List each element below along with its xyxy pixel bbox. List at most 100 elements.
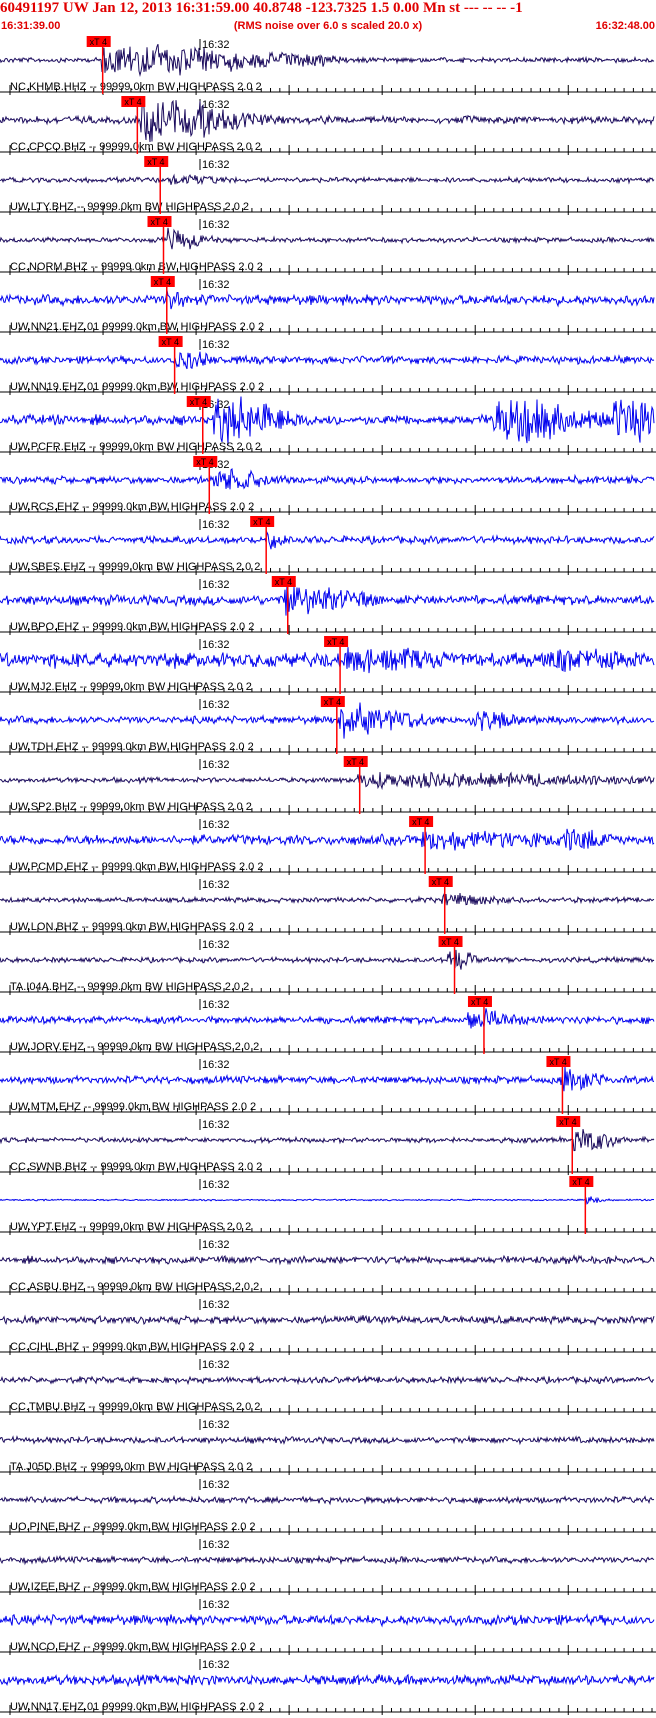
station-label: UW.NN19.EHZ.01 99999.0km BW HIGHPASS 2.0… [10, 381, 264, 393]
waveform [0, 1673, 655, 1688]
trace-row: 16:32 UO.PINE.BHZ -- 99999.0km BW HIGHPAS… [0, 1479, 656, 1535]
waveform [0, 892, 655, 906]
pick-label: xT 4 [147, 157, 164, 167]
station-label: UW.YPT.EHZ -- 99999.0km BW HIGHPASS 2.0 … [10, 1221, 251, 1233]
pick-label: xT 4 [327, 637, 344, 647]
station-label: TA.I04A.BHZ -- 99999.0km BW HIGHPASS 2.0… [10, 981, 249, 993]
trace-row: 16:32 UW.JORV.EHZ -- 99999.0km BW HIGHPAS… [0, 996, 656, 1055]
waveform [0, 1128, 655, 1152]
trace-row: 16:32 UW.TDH.EHZ -- 99999.0km BW HIGHPASS… [0, 696, 656, 755]
waveform [0, 828, 655, 851]
station-label: CC.CIHL.BHZ -- 99999.0km BW HIGHPASS 2.0… [10, 1341, 254, 1353]
waveform [0, 1494, 655, 1506]
trace-row: 16:32 CC.SWNB.BHZ -- 99999.0km BW HIGHPAS… [0, 1116, 656, 1175]
time-tick-label: 16:32 [202, 519, 230, 531]
trace-row: 16:32 UW.MTM.EHZ -- 99999.0km BW HIGHPASS… [0, 1056, 656, 1115]
waveform [0, 290, 655, 310]
station-label: UW.SP2.BHZ -- 99999.0km BW HIGHPASS 2.0 … [10, 801, 252, 813]
trace-row: 16:32 UW.NN17.EHZ.01 99999.0km BW HIGHPAS… [0, 1659, 656, 1715]
station-label: UW.MJ2.EHZ -- 99999.0km BW HIGHPASS 2.0 … [10, 681, 252, 693]
waveform [0, 1254, 655, 1266]
station-label: UW.PCMD.EHZ -- 99999.0km BW HIGHPASS 2.0… [10, 861, 263, 873]
pick-label: xT 4 [572, 1177, 589, 1187]
station-label: TA.J05D.BHZ -- 99999.0km BW HIGHPASS 2.0… [10, 1461, 252, 1473]
pick-label: xT 4 [324, 697, 341, 707]
trace-row: 16:32 CC.NORM.BHZ -- 99999.0km BW HIGHPAS… [0, 216, 656, 275]
trace-row: 16:32UW.PCFR.EHZ -- 99999.0km BW HIGHPAS… [0, 396, 656, 455]
time-tick-label: 16:32 [202, 219, 230, 231]
pick-label: xT 4 [471, 997, 488, 1007]
station-label: UW.LTY.BHZ -- 99999.0km BW HIGHPASS 2.0 … [10, 201, 249, 213]
time-tick-label: 16:32 [202, 879, 230, 891]
station-label: UW.TDH.EHZ -- 99999.0km BW HIGHPASS 2.0 … [10, 741, 254, 753]
waveform [0, 351, 655, 370]
waveform [0, 98, 655, 143]
station-label: CC.NORM.BHZ -- 99999.0km BW HIGHPASS 2.0… [10, 261, 263, 273]
trace-row: 16:32 UW.IZEE.BHZ -- 99999.0km BW HIGHPAS… [0, 1539, 656, 1595]
station-label: UW.LON.BHZ -- 99999.0km BW HIGHPASS 2.0 … [10, 921, 254, 933]
trace-row: 16:32UW.RCS.EHZ -- 99999.0km BW HIGHPASS… [0, 456, 656, 515]
time-tick-label: 16:32 [202, 1299, 230, 1311]
pick-label: xT 4 [559, 1117, 576, 1127]
trace-row: 16:32 UW.NN19.EHZ.01 99999.0km BW HIGHPAS… [0, 336, 656, 395]
trace-row: 16:32 UW.SBES.EHZ -- 99999.0km BW HIGHPAS… [0, 516, 656, 575]
time-tick-label: 16:32 [202, 1059, 230, 1071]
pick-label: xT 4 [196, 457, 213, 467]
time-tick-label: 16:32 [202, 939, 230, 951]
time-tick-label: 16:32 [202, 339, 230, 351]
pick-label: xT 4 [162, 337, 179, 347]
pick-label: xT 4 [253, 517, 270, 527]
pick-label: xT 4 [151, 217, 168, 227]
waveform [0, 1554, 655, 1566]
station-label: CC.SWNB.BHZ -- 99999.0km BW HIGHPASS 2.0… [10, 1161, 262, 1173]
waveform [0, 583, 655, 616]
station-label: CC.TMBU.BHZ -- 99999.0km BW HIGHPASS 2.0… [10, 1401, 260, 1413]
waveform [0, 43, 655, 77]
time-tick-label: 16:32 [202, 1539, 230, 1551]
pick-label: xT 4 [275, 577, 292, 587]
time-tick-label: 16:32 [202, 819, 230, 831]
waveform [0, 1008, 655, 1029]
trace-row: 16:32 UW.YPT.EHZ -- 99999.0km BW HIGHPASS… [0, 1176, 656, 1235]
waveform [0, 530, 655, 550]
waveform [0, 173, 655, 186]
station-label: NC.KHMB.HHZ -- 99999.0km BW HIGHPASS 2.0… [10, 81, 262, 93]
trace-row: 16:32 NC.KHMB.HHZ -- 99999.0km BW HIGHPAS… [0, 36, 656, 95]
waveform [0, 227, 655, 250]
trace-row: 16:32 CC.TMBU.BHZ -- 99999.0km BW HIGHPAS… [0, 1359, 656, 1415]
waveform [0, 1613, 655, 1628]
trace-row: 16:32 TA.J05D.BHZ -- 99999.0km BW HIGHPAS… [0, 1419, 656, 1475]
station-label: UW.SBES.EHZ -- 99999.0km BW HIGHPASS 2.0… [10, 561, 260, 573]
waveform [0, 396, 655, 445]
waveform [0, 771, 655, 791]
station-label: UW.NCO.EHZ -- 99999.0km BW HIGHPASS 2.0 … [10, 1641, 256, 1653]
pick-label: xT 4 [442, 937, 459, 947]
time-tick-label: 16:32 [202, 1179, 230, 1191]
trace-row: 16:32 UW.NN21.EHZ.01 99999.0km BW HIGHPAS… [0, 276, 656, 335]
time-tick-label: 16:32 [202, 279, 230, 291]
pick-label: xT 4 [347, 757, 364, 767]
time-tick-label: 16:32 [202, 1239, 230, 1251]
waveform [0, 1374, 655, 1386]
trace-row: 16:32 CC.CPCO.BHZ -- 99999.0km BW HIGHPAS… [0, 96, 656, 155]
station-label: UW.MTM.EHZ -- 99999.0km BW HIGHPASS 2.0 … [10, 1101, 256, 1113]
time-tick-label: 16:32 [202, 39, 230, 51]
station-label: UW.RCS.EHZ -- 99999.0km BW HIGHPASS 2.0 … [10, 501, 254, 513]
waveform [0, 1314, 655, 1327]
time-tick-label: 16:32 [202, 999, 230, 1011]
time-tick-label: 16:32 [202, 1599, 230, 1611]
waveform [0, 467, 655, 490]
time-tick-label: 16:32 [202, 99, 230, 111]
waveform [0, 1196, 655, 1205]
trace-row: 16:32 UW.BPO.EHZ -- 99999.0km BW HIGHPASS… [0, 576, 656, 635]
station-label: UW.PCFR.EHZ -- 99999.0km BW HIGHPASS 2.0… [10, 441, 261, 453]
pick-label: xT 4 [154, 277, 171, 287]
time-tick-label: 16:32 [202, 1419, 230, 1431]
waveform [0, 1434, 655, 1446]
station-label: CC.CPCO.BHZ -- 99999.0km BW HIGHPASS 2.0… [10, 141, 261, 153]
trace-row: 16:32 UW.MJ2.EHZ -- 99999.0km BW HIGHPASS… [0, 636, 656, 695]
waveform [0, 1066, 655, 1092]
station-label: UW.JORV.EHZ -- 99999.0km BW HIGHPASS 2.0… [10, 1041, 259, 1053]
waveform [0, 647, 655, 674]
trace-row: 16:32 TA.I04A.BHZ -- 99999.0km BW HIGHPAS… [0, 936, 656, 995]
